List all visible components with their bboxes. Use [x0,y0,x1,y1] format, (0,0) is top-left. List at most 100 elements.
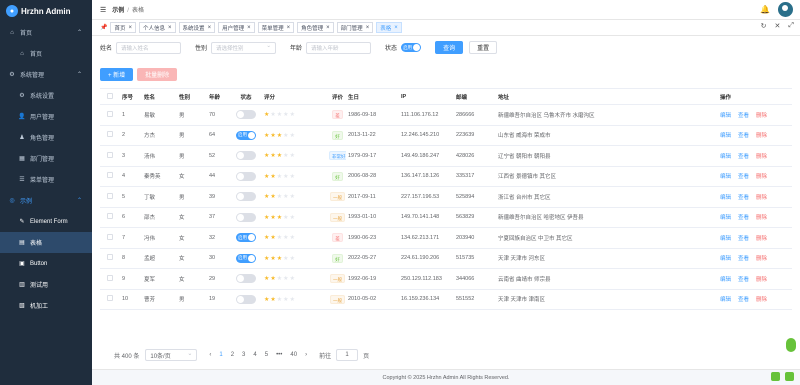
view-link[interactable]: 查看 [738,154,749,160]
delete-link[interactable]: 删除 [756,154,767,160]
sidebar-item[interactable]: ⚙ 系统管理 ⌃ [0,64,92,85]
page-number[interactable]: 2 [231,352,234,358]
sex-select[interactable]: 请选择性别 [211,41,277,54]
sidebar-item[interactable]: ⌂ 首页 [0,43,92,64]
row-checkbox[interactable] [100,131,120,139]
star-icon[interactable]: ★ [290,174,296,180]
next-page-button[interactable]: › [305,352,307,358]
view-link[interactable]: 查看 [738,113,749,119]
row-checkbox[interactable] [100,172,120,180]
edit-link[interactable]: 编辑 [720,236,731,242]
cell-rating[interactable]: ★★★★★ [262,214,329,221]
page-size-select[interactable]: 10条/页 [145,349,198,361]
sidebar-item[interactable]: ◎ 示例 ⌃ [0,190,92,211]
name-input[interactable]: 请输入姓名 [116,41,182,54]
table-row[interactable]: 6 邵杰 女 37 ★★★★★ 一般 1993-01-10 149.70.141.148 563… [100,208,792,228]
star-icon[interactable]: ★ [290,194,296,200]
sidebar-item[interactable]: ▤ 表格 [0,232,92,253]
cell-rating[interactable]: ★★★★★ [262,234,329,241]
table-row[interactable]: 7 冯伟 女 32 启用 ★★★★★ 差 1990-06-23 134.62.213.171 20… [100,228,792,249]
page-number[interactable]: 5 [265,352,268,358]
page-number[interactable]: ••• [276,352,282,358]
view-link[interactable]: 查看 [738,297,749,303]
close-icon[interactable]: × [168,25,172,31]
breadcrumb-root[interactable]: 示例 [112,8,124,14]
edit-link[interactable]: 编辑 [720,174,731,180]
status-switch[interactable]: 启用 [401,43,422,52]
close-icon[interactable]: × [208,25,212,31]
add-button[interactable]: + 新增 [100,68,134,81]
prev-page-button[interactable]: ‹ [209,352,211,358]
close-icon[interactable]: ✕ [775,22,781,30]
tab-tag[interactable]: 菜单管理 × [257,22,295,33]
page-number[interactable]: 1 [219,352,222,358]
delete-link[interactable]: 删除 [756,256,767,262]
search-button[interactable]: 查询 [435,41,464,54]
close-icon[interactable]: × [366,25,370,31]
tab-tag[interactable]: 系统设置 × [178,22,216,33]
view-link[interactable]: 查看 [738,174,749,180]
star-icon[interactable]: ★ [290,276,296,282]
close-icon[interactable]: × [129,25,133,31]
sidebar-item[interactable]: 👤 用户管理 [0,106,92,127]
view-link[interactable]: 查看 [738,236,749,242]
sidebar-item[interactable]: ▣ Button [0,253,92,274]
star-icon[interactable]: ★ [290,297,296,303]
row-checkbox[interactable] [100,295,120,303]
fullscreen-icon[interactable]: ⤢ [788,22,794,30]
star-icon[interactable]: ★ [290,133,296,139]
delete-link[interactable]: 删除 [756,113,767,119]
edit-link[interactable]: 编辑 [720,195,731,201]
status-toggle[interactable] [236,151,256,161]
table-row[interactable]: 10 曹芳 男 19 ★★★★★ 一般 2010-05-02 16.159.236.134 55… [100,290,792,310]
select-all-checkbox[interactable] [100,92,120,101]
status-toggle[interactable] [236,192,256,202]
avatar[interactable] [778,2,793,17]
cell-rating[interactable]: ★★★★★ [262,275,329,282]
edit-link[interactable]: 编辑 [720,113,731,119]
hamburger-icon[interactable]: ☰ [100,6,106,14]
view-link[interactable]: 查看 [738,277,749,283]
cell-rating[interactable]: ★★★★★ [262,111,329,118]
cell-rating[interactable]: ★★★★★ [262,173,329,180]
status-toggle[interactable]: 启用 [236,253,256,263]
star-icon[interactable]: ★ [290,112,296,118]
cell-rating[interactable]: ★★★★★ [262,193,329,200]
row-checkbox[interactable] [100,151,120,160]
pin-icon[interactable]: 📌 [100,24,107,31]
delete-link[interactable]: 删除 [756,215,767,221]
view-link[interactable]: 查看 [738,133,749,139]
tab-tag[interactable]: 表格 × [376,22,402,33]
edit-link[interactable]: 编辑 [720,133,731,139]
refresh-icon[interactable]: ↻ [761,22,767,30]
close-icon[interactable]: × [287,25,291,31]
delete-link[interactable]: 删除 [756,174,767,180]
table-row[interactable]: 8 孟超 女 30 启用 ★★★★★ 好 2022-05-27 224.61.190.206 51… [100,249,792,269]
tab-tag[interactable]: 首页 × [110,22,137,33]
row-checkbox[interactable] [100,233,120,242]
sidebar-item[interactable]: ▧ 机加工 [0,295,92,316]
cell-rating[interactable]: ★★★★★ [262,255,329,262]
edit-link[interactable]: 编辑 [720,277,731,283]
star-icon[interactable]: ★ [290,215,296,221]
age-input[interactable]: 请输入年龄 [306,41,372,54]
edit-link[interactable]: 编辑 [720,215,731,221]
reset-button[interactable]: 重置 [469,41,498,54]
status-toggle[interactable] [236,171,256,181]
batch-delete-button[interactable]: 批量删除 [137,68,178,81]
table-row[interactable]: 1 易敏 男 70 ★★★★★ 差 1986-09-18 111.106.176.12 2866… [100,105,792,126]
sidebar-item[interactable]: ▥ 测试用 [0,274,92,295]
status-toggle[interactable]: 启用 [236,130,256,140]
star-icon[interactable]: ★ [290,235,296,241]
row-checkbox[interactable] [100,274,120,283]
edit-link[interactable]: 编辑 [720,256,731,262]
edit-link[interactable]: 编辑 [720,297,731,303]
footer-tool-icon-2[interactable] [785,372,794,381]
floating-settings-button[interactable] [786,338,796,352]
delete-link[interactable]: 删除 [756,297,767,303]
status-toggle[interactable] [236,274,256,284]
tab-tag[interactable]: 用户管理 × [218,22,255,33]
row-checkbox[interactable] [100,254,120,262]
tab-tag[interactable]: 角色管理 × [297,22,334,33]
page-number[interactable]: 4 [253,352,256,358]
